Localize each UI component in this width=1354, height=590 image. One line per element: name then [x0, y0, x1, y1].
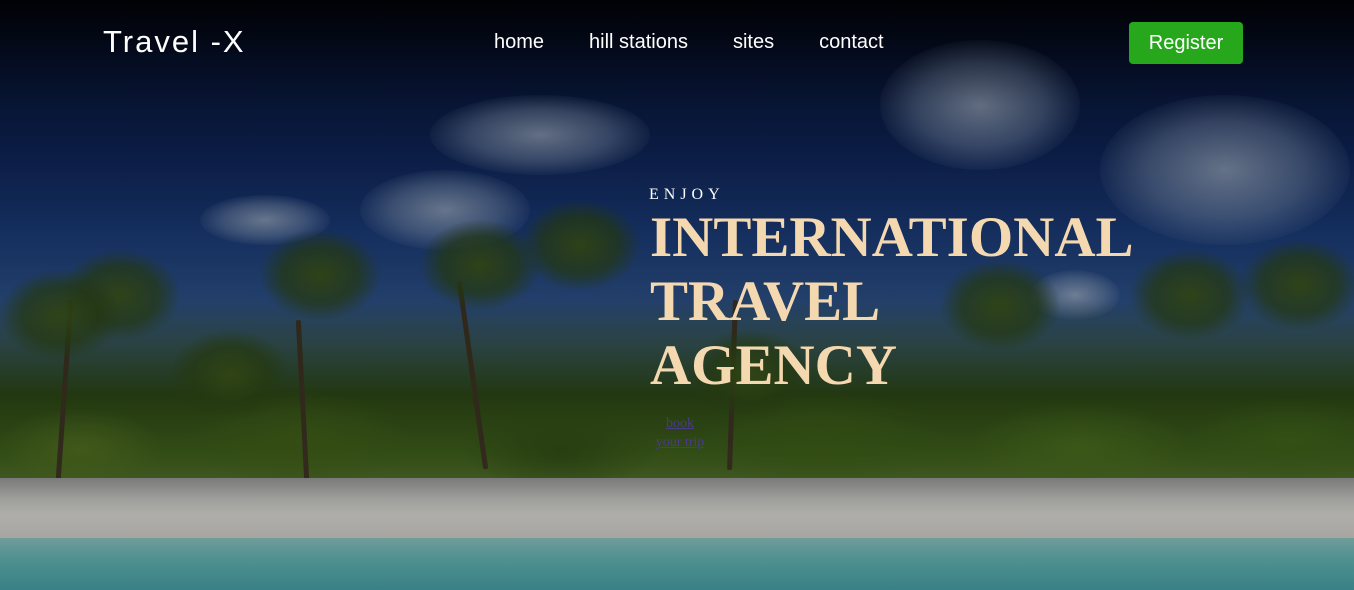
nav-item-contact[interactable]: contact [819, 31, 883, 54]
main-nav: home hill stations sites contact [494, 31, 929, 54]
headline-line-3: AGENCY [650, 334, 898, 397]
book-trip-link[interactable]: book your trip [650, 414, 710, 452]
book-link-line-2: your trip [655, 435, 705, 450]
hero-eyebrow: ENJOY [649, 186, 725, 203]
nav-item-hill-stations[interactable]: hill stations [589, 31, 688, 54]
headline-line-2: TRAVEL [650, 270, 881, 333]
nav-item-sites[interactable]: sites [733, 31, 774, 54]
book-link-line-1: book [666, 416, 694, 431]
headline-line-1: INTERNATIONAL [650, 206, 1134, 269]
nav-item-home[interactable]: home [494, 31, 544, 54]
hero-section: Travel -X home hill stations sites conta… [0, 0, 1354, 590]
hero-headline: INTERNATIONAL TRAVEL AGENCY [650, 206, 1170, 398]
register-button[interactable]: Register [1129, 22, 1243, 64]
brand-logo[interactable]: Travel -X [103, 24, 246, 60]
